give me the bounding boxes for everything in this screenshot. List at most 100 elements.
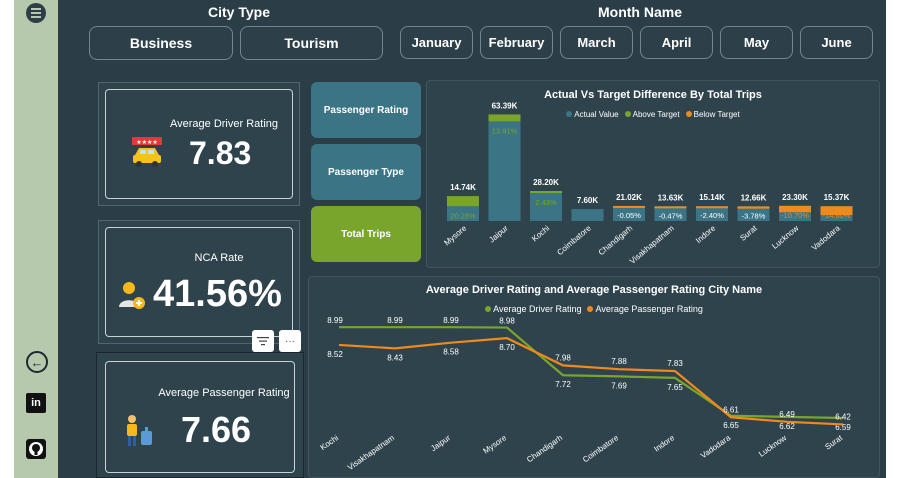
bar-tick-mysore: Mysore [442, 223, 468, 247]
point-label-passenger-mysore: 8.70 [499, 343, 515, 352]
month-january[interactable]: January [400, 26, 473, 59]
bar-chart-svg: 14.74K 20.28% Mysore 63.39K 13.91% Jaipur 28.2… [442, 101, 853, 266]
kpi-nca-rate-value: 41.56% [153, 273, 282, 315]
line-tick-mysore: Mysore [481, 433, 508, 456]
month-april[interactable]: April [640, 26, 713, 59]
github-icon[interactable] [26, 439, 46, 459]
line-tick-vadodara: Vadodara [699, 433, 733, 460]
bar-tick-indore: Indore [694, 223, 718, 245]
kpi-driver-rating-card: Average Driver Rating ★★★★ 7.83 [98, 82, 300, 206]
point-label-passenger-chandigarh: 7.98 [555, 353, 571, 362]
bar-tick-vadodara: Vadodara [810, 223, 842, 252]
toggle-passenger-rating[interactable]: Passenger Rating [311, 82, 421, 138]
line-tick-kochi: Kochi [319, 433, 341, 452]
bar-label-chandigarh: 21.02K [616, 193, 642, 202]
kpi-passenger-rating-value: 7.66 [181, 409, 252, 450]
point-label-driver-mysore: 8.98 [499, 317, 515, 326]
city-type-business[interactable]: Business [89, 26, 233, 60]
point-label-passenger-jaipur: 8.58 [443, 348, 459, 357]
kpi-passenger-rating-label: Average Passenger Rating [158, 387, 290, 399]
kpi-driver-rating-label: Average Driver Rating [169, 118, 278, 130]
bar-tick-surat: Surat [738, 223, 759, 243]
kpi-nca-rate-label: NCA Rate [194, 252, 244, 264]
point-label-passenger-vadodara: 6.61 [723, 405, 739, 414]
point-label-passenger-visakhapatnam: 8.43 [387, 353, 403, 362]
line-tick-surat: Surat [823, 433, 844, 452]
point-label-driver-chandigarh: 7.72 [555, 380, 571, 389]
taxi-icon: ★★★★ [129, 135, 165, 176]
bar-diff-label-mysore: 20.28% [450, 211, 476, 220]
point-label-driver-vadodara: 6.65 [723, 421, 739, 430]
bar-actual-jaipur [488, 121, 521, 221]
month-june[interactable]: June [800, 26, 873, 59]
bar-diff-label-jaipur: 13.91% [492, 126, 518, 135]
bar-label-surat: 12.66K [741, 193, 767, 202]
bar-tick-coimbatore: Coimbatore [555, 223, 593, 257]
bar-tick-chandigarh: Chandigarh [597, 224, 634, 257]
point-label-driver-visakhapatnam: 8.99 [387, 316, 403, 325]
line-series-passenger [338, 337, 844, 426]
bar-diff-mysore [447, 196, 479, 207]
toggle-total-trips[interactable]: Total Trips [311, 206, 421, 262]
linkedin-icon[interactable]: in [26, 393, 46, 413]
kpi-passenger-rating-card: Average Passenger Rating 7.66 [96, 352, 304, 478]
ratings-line-chart: Average Driver Rating and Average Passen… [308, 276, 880, 478]
city-type-tourism[interactable]: Tourism [240, 26, 383, 60]
filter-icon[interactable] [252, 330, 274, 352]
bar-diff-visakhapatnam [654, 206, 687, 209]
line-series-driver [339, 326, 844, 420]
bar-label-visakhapatnam: 13.63K [658, 193, 684, 202]
bar-diff-chandigarh [613, 205, 645, 208]
svg-text:★★★★: ★★★★ [136, 139, 158, 146]
bar-diff-label-visakhapatnam: -0.47% [659, 211, 683, 220]
line-tick-coimbatore: Coimbatore [581, 433, 620, 464]
user-add-icon [117, 279, 147, 316]
bar-label-mysore: 14.74K [450, 183, 476, 192]
bar-actual-coimbatore [571, 209, 604, 221]
bar-diff-label-surat: -3.78% [742, 211, 766, 220]
bar-diff-label-chandigarh: -0.05% [617, 211, 641, 220]
point-label-driver-coimbatore: 7.69 [611, 381, 627, 390]
bar-label-lucknow: 23.30K [782, 193, 808, 202]
month-march[interactable]: March [560, 26, 633, 59]
line-tick-visakhapatnam: Visakhapatnam [346, 433, 396, 472]
hamburger-icon[interactable] [26, 3, 46, 23]
point-label-passenger-surat: 6.42 [835, 412, 851, 421]
point-label-driver-lucknow: 6.62 [779, 422, 795, 431]
more-options-icon[interactable]: ··· [279, 330, 301, 352]
toggle-passenger-type[interactable]: Passenger Type [311, 144, 421, 200]
bar-tick-kochi: Kochi [530, 223, 551, 243]
bar-diff-jaipur [488, 114, 521, 122]
bar-label-kochi: 28.20K [533, 178, 559, 187]
line-tick-indore: Indore [652, 433, 676, 454]
arrow-left-icon[interactable]: ← [26, 351, 48, 373]
bar-tick-jaipur: Jaipur [487, 223, 510, 244]
kpi-nca-rate-card: NCA Rate 41.56% [98, 220, 300, 344]
bar-label-indore: 15.14K [699, 193, 725, 202]
bar-diff-surat [737, 206, 770, 209]
point-label-passenger-kochi: 8.52 [327, 350, 343, 359]
month-title: Month Name [598, 4, 682, 20]
line-tick-chandigarh: Chandigarh [525, 433, 564, 464]
bar-tick-visakhapatnam: Visakhapatnam [628, 223, 676, 265]
bar-diff-label-kochi: 2.43% [535, 198, 557, 207]
month-may[interactable]: May [720, 26, 793, 59]
point-label-passenger-lucknow: 6.49 [779, 410, 795, 419]
point-label-driver-kochi: 8.99 [327, 316, 343, 325]
point-label-passenger-coimbatore: 7.88 [611, 357, 627, 366]
traveler-luggage-icon [121, 413, 155, 454]
point-label-passenger-indore: 7.83 [667, 359, 683, 368]
main-canvas: City Type Business Tourism Month Name Ja… [58, 0, 886, 478]
bar-tick-lucknow: Lucknow [770, 223, 800, 250]
bar-diff-label-lucknow: -10.70% [781, 211, 809, 220]
bar-diff-label-vadodara: -14.60% [823, 211, 851, 220]
bar-label-coimbatore: 7.60K [577, 196, 599, 205]
city-type-title: City Type [208, 4, 270, 20]
kpi-driver-rating-value: 7.83 [189, 135, 252, 171]
line-tick-lucknow: Lucknow [757, 433, 788, 459]
line-tick-jaipur: Jaipur [429, 433, 452, 453]
bar-diff-indore [696, 206, 728, 209]
bar-diff-label-indore: -2.40% [700, 211, 724, 220]
bar-diff-kochi [530, 191, 562, 193]
month-february[interactable]: February [480, 26, 553, 59]
